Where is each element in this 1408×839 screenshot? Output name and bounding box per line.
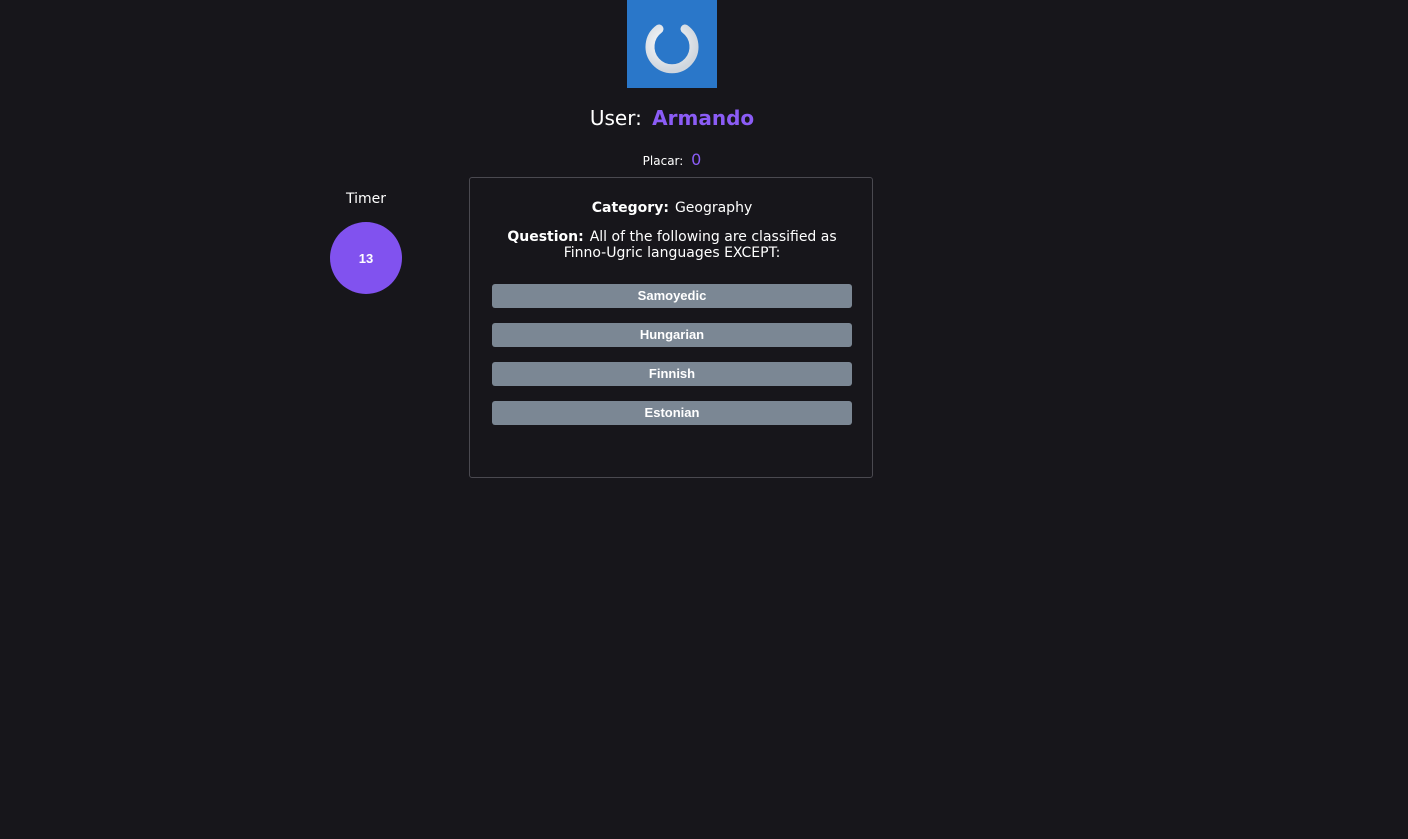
question-line: Question: All of the following are classi… bbox=[492, 229, 852, 261]
user-line: User: Armando bbox=[0, 104, 1344, 132]
answer-list: Samoyedic Hungarian Finnish Estonian bbox=[492, 284, 852, 440]
question-text: All of the following are classified as F… bbox=[563, 229, 837, 261]
score-label: Placar: bbox=[642, 154, 684, 168]
user-label: User: bbox=[589, 106, 642, 130]
category-label: Category: bbox=[591, 200, 669, 216]
power-icon bbox=[645, 16, 699, 74]
timer-label: Timer bbox=[345, 191, 387, 207]
category-line: Category: Geography bbox=[470, 199, 874, 217]
answer-button[interactable]: Finnish bbox=[492, 362, 852, 386]
user-name: Armando bbox=[652, 106, 755, 130]
app-logo bbox=[627, 0, 717, 88]
answer-button[interactable]: Hungarian bbox=[492, 323, 852, 347]
timer-value: 13 bbox=[358, 250, 374, 266]
answer-button[interactable]: Samoyedic bbox=[492, 284, 852, 308]
answer-button[interactable]: Estonian bbox=[492, 401, 852, 425]
question-card: Category: Geography Question: All of the f… bbox=[469, 177, 873, 478]
timer-circle: 13 bbox=[330, 222, 402, 294]
score-line: Placar: 0 bbox=[0, 149, 1344, 172]
score-value: 0 bbox=[691, 150, 702, 169]
category-value: Geography bbox=[674, 200, 753, 216]
question-label: Question: bbox=[507, 229, 584, 245]
